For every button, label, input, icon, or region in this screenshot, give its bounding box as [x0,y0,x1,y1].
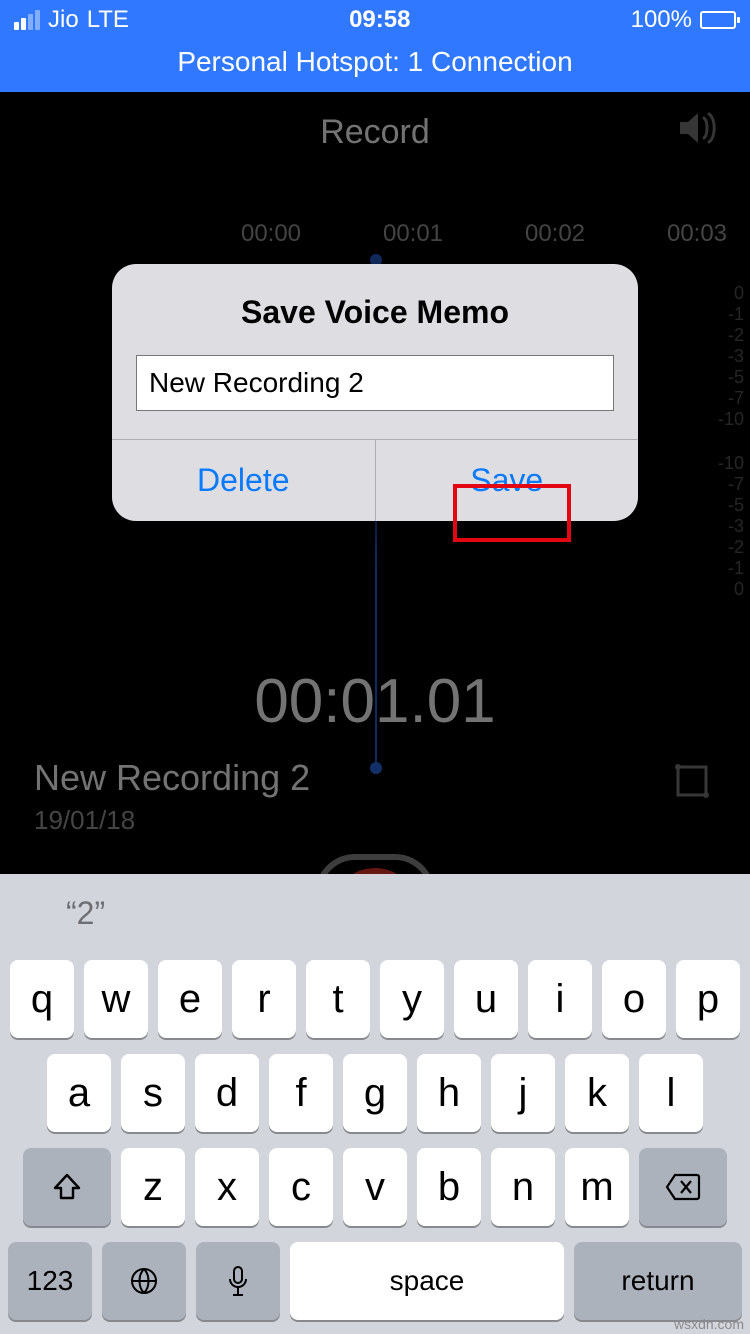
time-ticks: 00:00 00:01 00:02 00:03 [0,172,750,256]
network-label: LTE [87,6,129,34]
signal-icon [14,10,40,30]
key-n[interactable]: n [491,1148,555,1226]
key-q[interactable]: q [10,960,74,1038]
keyboard-row-1: qwertyuiop [0,952,750,1046]
key-y[interactable]: y [380,960,444,1038]
hotspot-banner[interactable]: Personal Hotspot: 1 Connection [0,40,750,92]
save-memo-dialog: Save Voice Memo Delete Save [112,264,638,521]
delete-button[interactable]: Delete [112,440,375,521]
key-c[interactable]: c [269,1148,333,1226]
page-title: Record [320,113,430,152]
backspace-key[interactable] [639,1148,727,1226]
watermark: wsxdn.com [674,1316,744,1332]
keyboard-row-2: asdfghjkl [0,1046,750,1140]
keyboard-row-3: zxcvbnm [0,1140,750,1234]
key-e[interactable]: e [158,960,222,1038]
key-u[interactable]: u [454,960,518,1038]
key-k[interactable]: k [565,1054,629,1132]
carrier-label: Jio [48,6,79,34]
key-b[interactable]: b [417,1148,481,1226]
nav-bar: Record [0,92,750,172]
key-g[interactable]: g [343,1054,407,1132]
keyboard: “2” qwertyuiop asdfghjkl zxcvbnm 123 spa… [0,874,750,1334]
space-key[interactable]: space [290,1242,564,1320]
recording-title: New Recording 2 [34,757,310,799]
key-v[interactable]: v [343,1148,407,1226]
key-r[interactable]: r [232,960,296,1038]
key-h[interactable]: h [417,1054,481,1132]
key-i[interactable]: i [528,960,592,1038]
key-x[interactable]: x [195,1148,259,1226]
keyboard-row-4: 123 space return [0,1234,750,1328]
key-f[interactable]: f [269,1054,333,1132]
battery-icon [700,11,736,29]
key-j[interactable]: j [491,1054,555,1132]
key-l[interactable]: l [639,1054,703,1132]
key-d[interactable]: d [195,1054,259,1132]
dictation-key[interactable] [196,1242,280,1320]
return-key[interactable]: return [574,1242,742,1320]
dialog-title: Save Voice Memo [112,264,638,355]
key-t[interactable]: t [306,960,370,1038]
db-scale-top: 0-1-2-3-5-7-10 [718,282,744,429]
shift-key[interactable] [23,1148,111,1226]
key-o[interactable]: o [602,960,666,1038]
speaker-icon[interactable] [678,111,722,154]
globe-key[interactable] [102,1242,186,1320]
key-m[interactable]: m [565,1148,629,1226]
db-scale-bottom: -10-7-5-3-2-10 [718,452,744,599]
memo-name-input[interactable] [136,355,614,411]
key-a[interactable]: a [47,1054,111,1132]
battery-percent: 100% [631,6,692,34]
key-p[interactable]: p [676,960,740,1038]
trim-icon[interactable] [668,757,716,810]
save-button[interactable]: Save [375,440,639,521]
key-w[interactable]: w [84,960,148,1038]
clock: 09:58 [349,6,410,34]
status-bar: Jio LTE 09:58 100% [0,0,750,40]
recording-date: 19/01/18 [34,805,310,836]
key-z[interactable]: z [121,1148,185,1226]
keyboard-suggestion[interactable]: “2” [0,874,750,952]
numbers-key[interactable]: 123 [8,1242,92,1320]
key-s[interactable]: s [121,1054,185,1132]
